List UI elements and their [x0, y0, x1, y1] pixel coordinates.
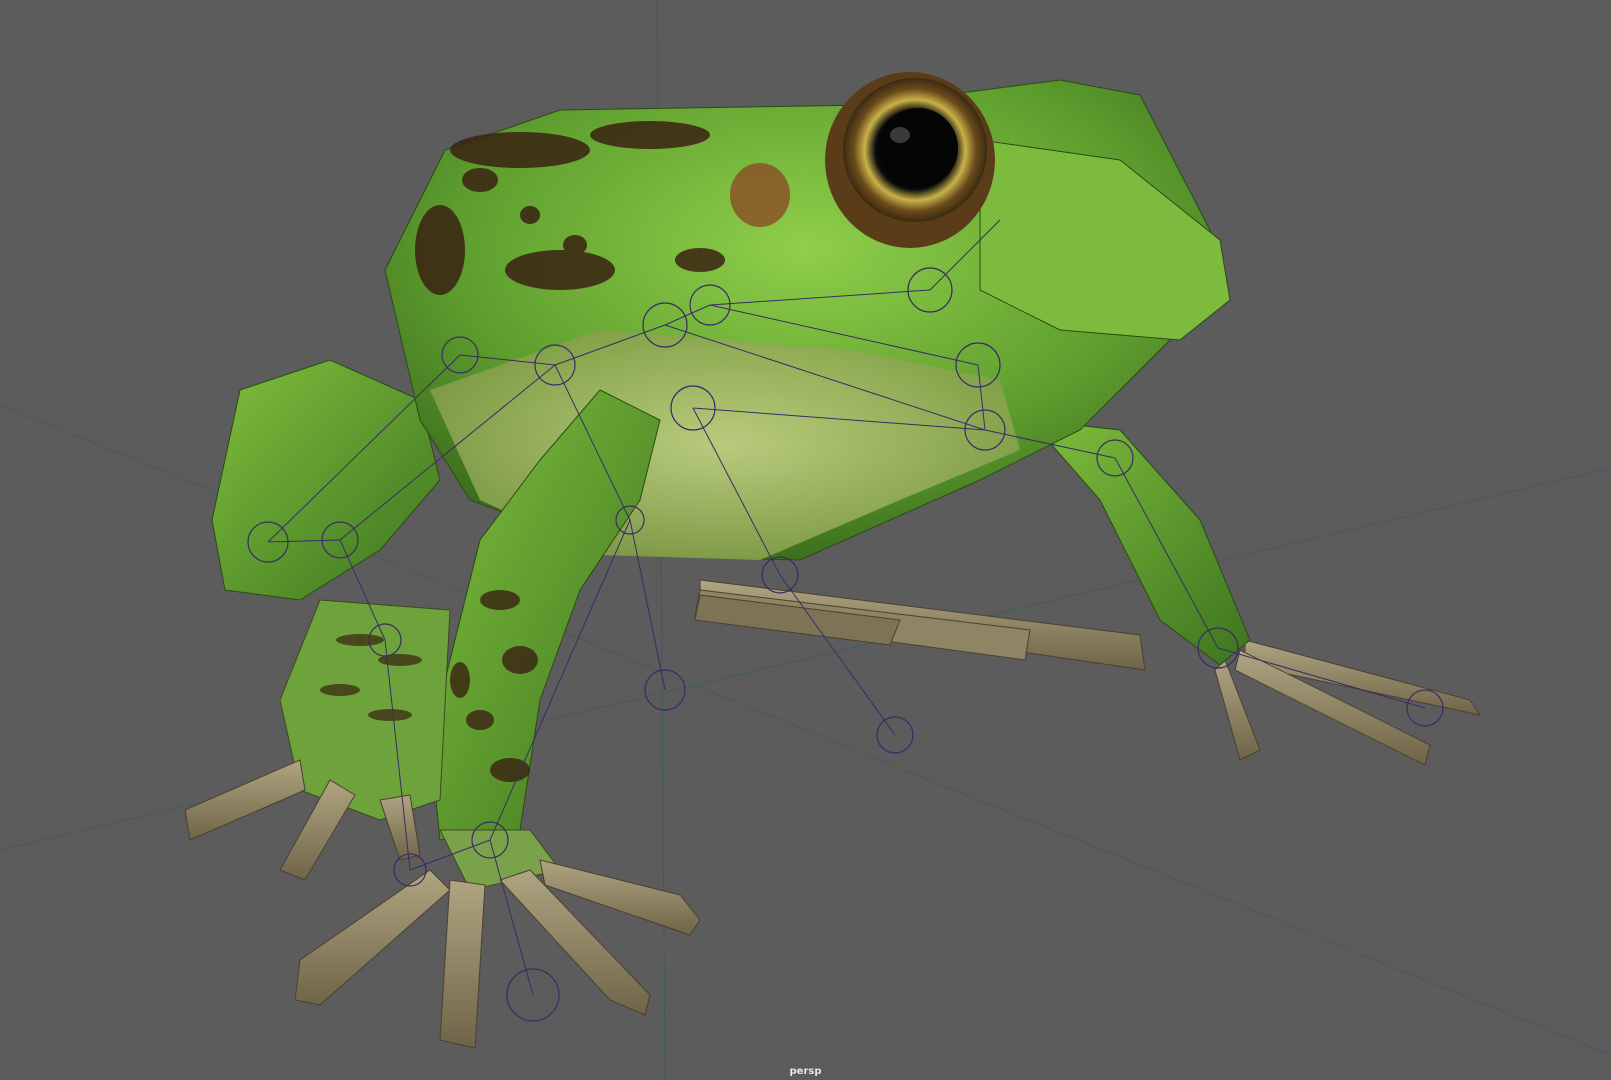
3d-viewport[interactable]: persp [0, 0, 1611, 1080]
haunch-left [211, 359, 441, 601]
frog-model[interactable] [184, 72, 1482, 1049]
back-foot-left [694, 579, 1146, 671]
viewport-canvas[interactable] [0, 0, 1611, 1080]
front-foot-left [294, 829, 701, 1049]
frog-eye [825, 72, 995, 248]
camera-label: persp [789, 1066, 822, 1077]
back-foot-haunch [184, 599, 451, 881]
